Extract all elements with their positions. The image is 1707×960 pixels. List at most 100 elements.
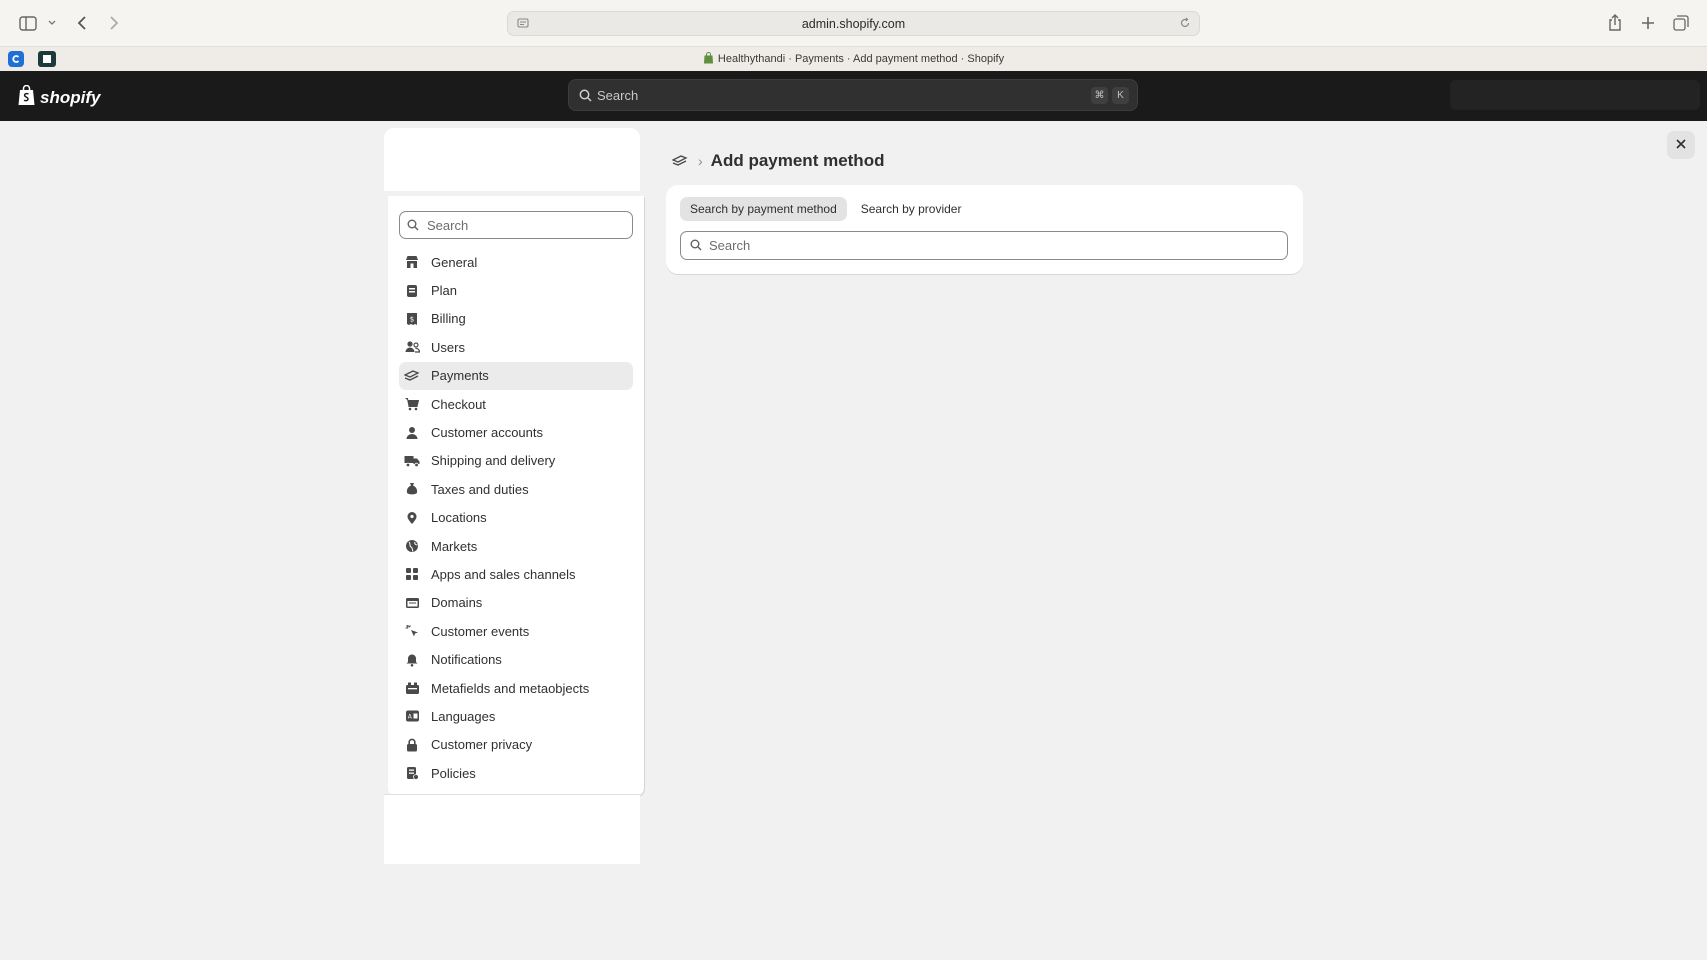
sidebar-item-taxes[interactable]: Taxes and duties xyxy=(399,475,633,503)
shortcut-key-k: K xyxy=(1112,87,1129,104)
global-search-placeholder: Search xyxy=(597,87,639,103)
truck-icon xyxy=(404,453,420,469)
page-header: › Add payment method xyxy=(672,151,884,171)
active-tab[interactable]: Healthythandi · Payments · Add payment m… xyxy=(0,52,1707,67)
sidebar-item-plan[interactable]: Plan xyxy=(399,276,633,304)
sidebar-item-apps[interactable]: Apps and sales channels xyxy=(399,560,633,588)
settings-search-input[interactable]: Search xyxy=(399,211,633,239)
sidebar-item-label: Metafields and metaobjects xyxy=(431,680,590,696)
sidebar-item-domains[interactable]: Domains xyxy=(399,589,633,617)
store-icon xyxy=(404,254,420,270)
sidebar-item-markets[interactable]: Markets xyxy=(399,532,633,560)
payment-search-card: Search by payment method Search by provi… xyxy=(666,185,1303,274)
sidebar-item-general[interactable]: General xyxy=(399,248,633,276)
settings-search-placeholder: Search xyxy=(427,217,469,233)
browser-toolbar: admin.shopify.com xyxy=(0,0,1707,46)
sidebar-item-label: Customer privacy xyxy=(431,737,533,753)
sidebar-item-customer-accounts[interactable]: Customer accounts xyxy=(399,418,633,446)
close-button[interactable] xyxy=(1667,131,1695,159)
location-icon xyxy=(404,510,420,526)
settings-sidebar: Search General Plan $ Billing Users Paym… xyxy=(388,196,644,796)
globe-icon xyxy=(404,538,420,554)
tab-search-by-payment-method[interactable]: Search by payment method xyxy=(680,197,847,221)
payments-breadcrumb-icon[interactable] xyxy=(672,153,690,169)
lock-icon xyxy=(404,737,420,753)
account-area[interactable] xyxy=(1450,80,1700,110)
search-icon xyxy=(579,89,592,105)
sidebar-item-label: Notifications xyxy=(431,652,502,668)
cursor-icon xyxy=(404,623,420,639)
share-icon[interactable] xyxy=(1605,12,1625,34)
sidebar-item-policies[interactable]: Policies xyxy=(399,759,633,787)
billing-icon: $ xyxy=(404,311,420,327)
sidebar-item-label: Domains xyxy=(431,595,483,611)
sidebar-item-label: Markets xyxy=(431,538,478,554)
sidebar-item-label: Plan xyxy=(431,283,458,299)
sidebar-item-customer-privacy[interactable]: Customer privacy xyxy=(399,731,633,759)
sidebar-item-shipping[interactable]: Shipping and delivery xyxy=(399,447,633,475)
sidebar-item-locations[interactable]: Locations xyxy=(399,504,633,532)
tab-title-text: Healthythandi · Payments · Add payment m… xyxy=(717,53,1005,65)
sidebar-footer-card xyxy=(384,794,640,864)
sidebar-item-label: Checkout xyxy=(431,396,486,412)
language-icon: A xyxy=(404,708,420,724)
store-header-card xyxy=(384,128,640,191)
taxes-icon xyxy=(404,481,420,497)
cart-icon xyxy=(404,396,420,412)
payment-method-search-input[interactable]: Search xyxy=(680,231,1288,260)
sidebar-item-users[interactable]: Users xyxy=(399,333,633,361)
settings-nav: General Plan $ Billing Users Payments Ch… xyxy=(399,248,633,787)
search-icon xyxy=(407,219,419,234)
users-icon xyxy=(404,339,420,355)
domain-icon xyxy=(404,595,420,611)
reload-icon[interactable] xyxy=(1179,17,1191,32)
sidebar-item-payments[interactable]: Payments xyxy=(399,361,633,390)
sidebar-item-billing[interactable]: $ Billing xyxy=(399,305,633,333)
close-icon xyxy=(1675,137,1687,154)
tab-search-by-provider[interactable]: Search by provider xyxy=(851,197,972,221)
sidebar-toggle-icon[interactable] xyxy=(17,13,39,33)
sidebar-item-label: Languages xyxy=(431,708,496,724)
sidebar-item-label: Users xyxy=(431,339,465,355)
back-arrow-icon[interactable] xyxy=(73,13,91,33)
sidebar-item-label: Billing xyxy=(431,311,466,327)
new-tab-icon[interactable] xyxy=(1638,13,1658,33)
tab-overview-icon[interactable] xyxy=(1670,12,1692,34)
sidebar-item-label: Customer events xyxy=(431,623,530,639)
sidebar-item-checkout[interactable]: Checkout xyxy=(399,390,633,418)
sidebar-item-customer-events[interactable]: Customer events xyxy=(399,617,633,645)
page-title: Add payment method xyxy=(710,151,885,170)
sidebar-item-notifications[interactable]: Notifications xyxy=(399,645,633,673)
sidebar-item-label: Customer accounts xyxy=(431,425,543,441)
sidebar-item-label: Apps and sales channels xyxy=(431,566,576,582)
sidebar-item-label: Policies xyxy=(431,765,476,781)
global-search-input[interactable]: Search ⌘ K xyxy=(568,79,1138,111)
sidebar-item-label: Taxes and duties xyxy=(431,481,529,497)
chevron-down-icon[interactable] xyxy=(46,16,58,30)
shopify-logo[interactable]: shopify xyxy=(18,84,100,111)
sidebar-item-label: General xyxy=(431,254,478,270)
sidebar-item-metafields[interactable]: Metafields and metaobjects xyxy=(399,674,633,702)
shortcut-key-cmd: ⌘ xyxy=(1091,87,1108,104)
forward-arrow-icon[interactable] xyxy=(105,13,123,33)
person-icon xyxy=(404,425,420,441)
shopify-bag-icon xyxy=(703,52,714,67)
search-icon xyxy=(690,239,702,254)
bell-icon xyxy=(404,652,420,668)
metafields-icon xyxy=(404,680,420,696)
address-bar[interactable]: admin.shopify.com xyxy=(507,11,1200,36)
shopify-header: shopify Search ⌘ K xyxy=(0,71,1707,121)
site-settings-icon[interactable] xyxy=(517,17,529,33)
breadcrumb-separator-icon: › xyxy=(698,153,703,169)
payment-search-placeholder: Search xyxy=(709,238,751,253)
policy-icon xyxy=(404,765,420,781)
plan-icon xyxy=(404,283,420,299)
svg-text:$: $ xyxy=(410,315,414,323)
sidebar-item-label: Locations xyxy=(431,510,487,526)
shopify-bag-icon xyxy=(18,84,36,111)
sidebar-item-languages[interactable]: A Languages xyxy=(399,702,633,730)
sidebar-item-label: Payments xyxy=(431,368,489,384)
tab-bar: Healthythandi · Payments · Add payment m… xyxy=(0,46,1707,71)
payments-icon xyxy=(404,368,420,384)
url-text: admin.shopify.com xyxy=(801,16,906,31)
